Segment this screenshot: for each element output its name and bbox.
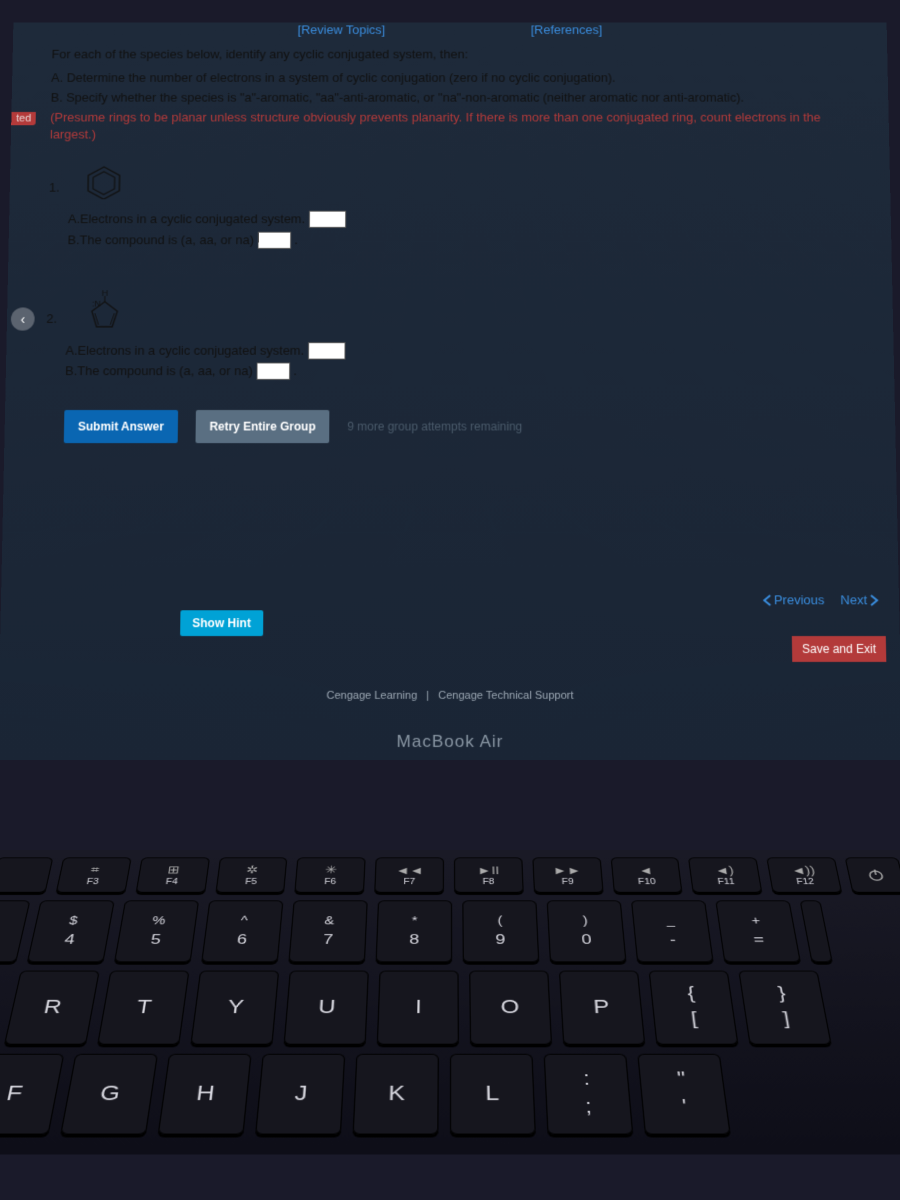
next-button[interactable]: Next — [840, 592, 879, 607]
key-f6: ✳F6 — [295, 857, 366, 892]
svg-text::N: :N — [92, 298, 101, 308]
key-=: += — [715, 900, 801, 962]
chevron-left-icon — [762, 594, 772, 606]
key-partial — [0, 857, 53, 892]
pyrrole-icon: H :N — [88, 288, 122, 328]
key-punct: "' — [637, 1054, 730, 1135]
key-f11: ◄)F11 — [688, 857, 762, 892]
q2-electrons-input[interactable] — [308, 342, 346, 359]
key--: _- — [631, 900, 714, 962]
key-bracket: {[ — [649, 971, 739, 1045]
footer-support-link[interactable]: Cengage Technical Support — [438, 690, 573, 702]
key-6: ^6 — [201, 900, 283, 962]
key-h: H — [158, 1054, 252, 1135]
previous-button[interactable]: Previous — [762, 592, 825, 607]
key-o: O — [469, 971, 552, 1045]
key-i: I — [377, 971, 459, 1045]
key-f: F — [0, 1054, 64, 1135]
key-t: T — [97, 971, 189, 1045]
intro-text: For each of the species below, identify … — [51, 46, 854, 64]
key-y: Y — [190, 971, 279, 1045]
q1-electrons-input[interactable] — [309, 211, 346, 228]
footer-brand: Cengage Learning — [326, 690, 417, 702]
key-0: )0 — [547, 900, 627, 962]
key-r: R — [4, 971, 100, 1045]
key-power — [845, 857, 900, 892]
save-and-exit-button[interactable]: Save and Exit — [792, 636, 887, 662]
key-f12: ◄))F12 — [766, 857, 842, 892]
key-f8: ►IIF8 — [454, 857, 524, 892]
benzene-icon — [84, 165, 124, 199]
key-8: *8 — [376, 900, 453, 962]
key-l: L — [450, 1054, 536, 1135]
key-f5: ✲F5 — [215, 857, 288, 892]
key-k: K — [353, 1054, 439, 1135]
q2-number: 2. — [46, 310, 57, 328]
q2-a-label: A.Electrons in a cyclic conjugated syste… — [65, 343, 304, 357]
q1-classification-input[interactable] — [257, 232, 290, 249]
key-9: (9 — [462, 900, 539, 962]
instruction-c: (Presume rings to be planar unless struc… — [50, 109, 856, 145]
side-tag: ted — [11, 112, 36, 125]
instruction-a: A. Determine the number of electrons in … — [51, 69, 855, 87]
q1-b-label: B.The compound is (a, aa, or na) — [67, 233, 254, 247]
review-topics-link[interactable]: [Review Topics] — [298, 23, 386, 37]
chevron-right-icon — [869, 594, 879, 606]
key-f10: ◄F10 — [610, 857, 683, 892]
key-f4: ⊞F4 — [135, 857, 209, 892]
retry-group-button[interactable]: Retry Entire Group — [195, 410, 329, 443]
physical-keyboard: ⌗F3⊞F4✲F5✳F6◄◄F7 ►IIF8►►F9◄F10◄)F11◄))F12… — [0, 850, 900, 1155]
key-u: U — [284, 971, 369, 1045]
instruction-b: B. Specify whether the species is "a"-ar… — [51, 89, 856, 107]
key-7: &7 — [288, 900, 367, 962]
key-j: J — [255, 1054, 345, 1135]
footer: Cengage Learning | Cengage Technical Sup… — [0, 690, 900, 702]
key-f7: ◄◄F7 — [374, 857, 444, 892]
q2-b-label: B.The compound is (a, aa, or na) — [65, 364, 253, 379]
references-link[interactable]: [References] — [531, 23, 603, 37]
key-bracket: }] — [738, 971, 831, 1045]
key-f9: ►►F9 — [532, 857, 603, 892]
key-5: %5 — [114, 900, 199, 962]
key-punct: :; — [544, 1054, 634, 1135]
attempts-remaining: 9 more group attempts remaining — [347, 418, 522, 435]
submit-answer-button[interactable]: Submit Answer — [64, 410, 178, 443]
q2-classification-input[interactable] — [256, 363, 290, 380]
q1-number: 1. — [49, 179, 60, 197]
key-4: $4 — [27, 900, 115, 962]
macbook-air-label: MacBook Air — [0, 732, 900, 752]
show-hint-button[interactable]: Show Hint — [180, 611, 263, 637]
q1-a-label: A.Electrons in a cyclic conjugated syste… — [68, 212, 305, 226]
key-g: G — [60, 1054, 158, 1135]
key-p: P — [559, 971, 645, 1045]
key-f3: ⌗F3 — [56, 857, 132, 892]
